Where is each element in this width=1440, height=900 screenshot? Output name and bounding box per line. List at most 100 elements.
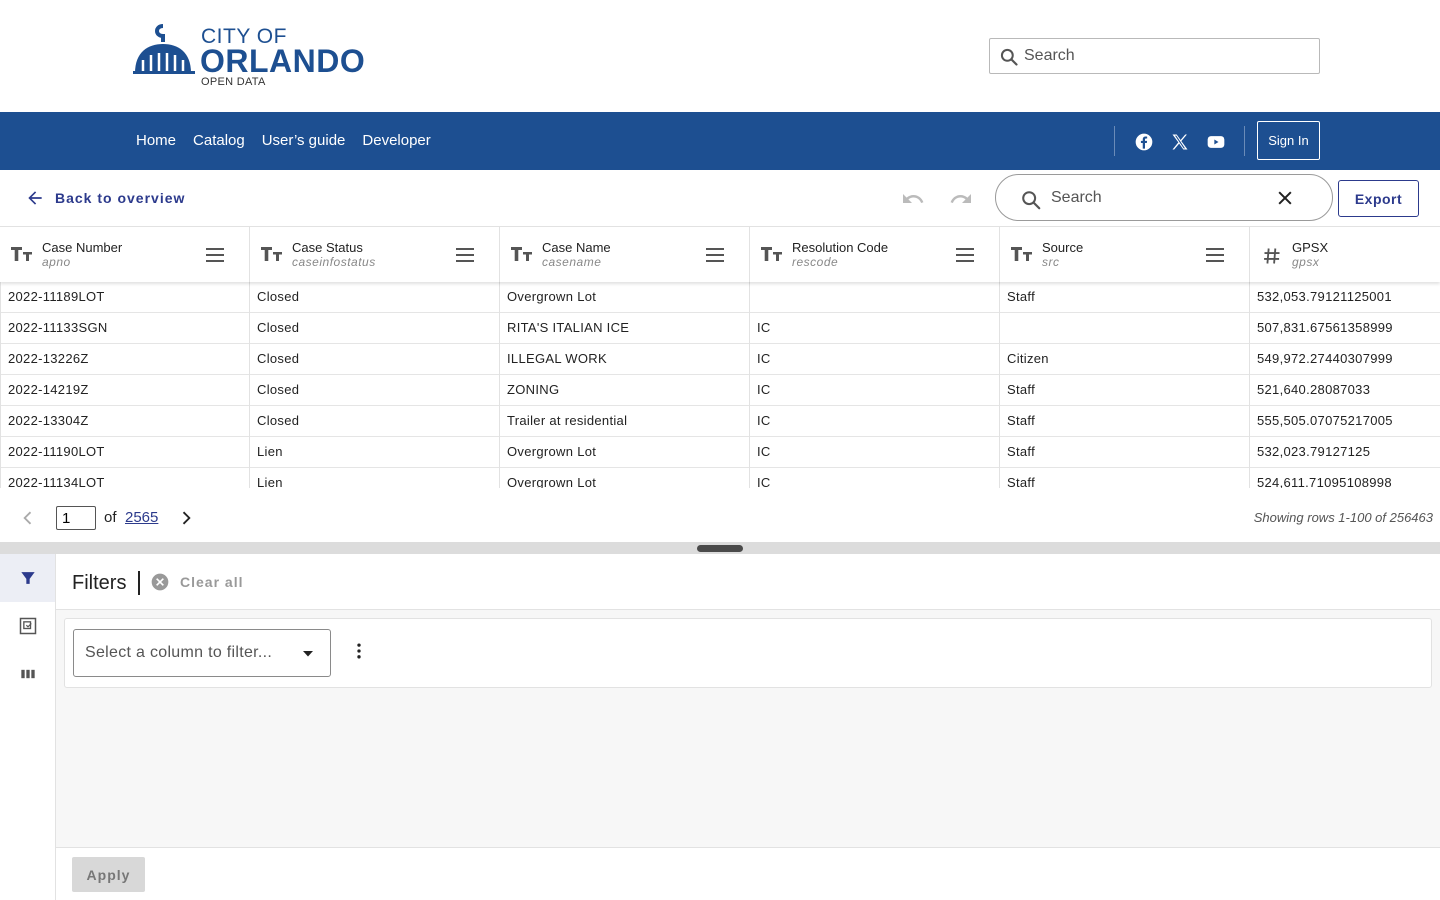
table-cell[interactable] bbox=[750, 282, 1000, 313]
table-cell[interactable]: 2022-11133SGN bbox=[0, 313, 250, 344]
column-menu-icon[interactable] bbox=[954, 247, 976, 268]
table-cell[interactable]: IC bbox=[750, 468, 1000, 488]
column-filter-placeholder: Select a column to filter... bbox=[85, 644, 273, 661]
table-row[interactable]: 2022-11133SGN Closed RITA'S ITALIAN ICE IC 5… bbox=[0, 313, 1440, 344]
nav-catalog[interactable]: Catalog bbox=[193, 132, 245, 150]
column-menu-icon[interactable] bbox=[1204, 247, 1226, 268]
table-cell[interactable]: Staff bbox=[1000, 468, 1250, 488]
column-menu-icon[interactable] bbox=[204, 247, 226, 268]
x-icon[interactable] bbox=[1170, 132, 1190, 152]
table-cell[interactable] bbox=[1000, 313, 1250, 344]
total-pages-link[interactable]: 2565 bbox=[125, 509, 158, 526]
export-button[interactable]: Export bbox=[1338, 180, 1419, 217]
city-logo[interactable]: CITY OF ORLANDO OPEN DATA bbox=[133, 22, 373, 90]
rail-group-button[interactable] bbox=[0, 602, 55, 650]
table-cell[interactable]: IC bbox=[750, 437, 1000, 468]
table-cell[interactable]: 532,053.79121125001 bbox=[1250, 282, 1440, 313]
table-cell[interactable]: 524,611.71095108998 bbox=[1250, 468, 1440, 488]
table-cell[interactable]: ZONING bbox=[500, 375, 750, 406]
column-header[interactable]: Source src bbox=[1000, 226, 1250, 282]
youtube-icon[interactable] bbox=[1206, 132, 1226, 152]
column-header[interactable]: GPSX gpsx bbox=[1250, 226, 1440, 282]
table-cell[interactable]: IC bbox=[750, 313, 1000, 344]
apply-filters-button[interactable]: Apply bbox=[72, 857, 145, 892]
column-menu-icon[interactable] bbox=[454, 247, 476, 268]
table-cell[interactable]: 2022-13304Z bbox=[0, 406, 250, 437]
table-cell[interactable]: Staff bbox=[1000, 375, 1250, 406]
column-menu-icon[interactable] bbox=[704, 247, 726, 268]
column-title: Resolution Code bbox=[792, 240, 889, 255]
rail-filters-button[interactable] bbox=[0, 554, 55, 602]
column-header[interactable]: Case Status caseinfostatus bbox=[250, 226, 500, 282]
facebook-icon[interactable] bbox=[1134, 132, 1154, 152]
clear-all-button[interactable]: Clear all bbox=[150, 572, 243, 592]
table-cell[interactable]: 549,972.27440307999 bbox=[1250, 344, 1440, 375]
table-row[interactable]: 2022-13304Z Closed Trailer at residential I… bbox=[0, 406, 1440, 437]
nav-divider bbox=[1244, 126, 1245, 156]
text-type-icon bbox=[1011, 246, 1033, 267]
table-cell[interactable]: Closed bbox=[250, 313, 500, 344]
nav-home[interactable]: Home bbox=[136, 132, 176, 150]
table-cell[interactable]: Overgrown Lot bbox=[500, 468, 750, 488]
table-cell[interactable]: Trailer at residential bbox=[500, 406, 750, 437]
nav-users-guide[interactable]: User’s guide bbox=[262, 132, 346, 150]
table-cell[interactable]: Closed bbox=[250, 344, 500, 375]
table-cell[interactable]: RITA'S ITALIAN ICE bbox=[500, 313, 750, 344]
panel-splitter[interactable] bbox=[0, 542, 1440, 554]
table-cell[interactable]: 555,505.07075217005 bbox=[1250, 406, 1440, 437]
table-cell[interactable]: 2022-14219Z bbox=[0, 375, 250, 406]
close-icon[interactable] bbox=[1275, 188, 1295, 208]
splitter-drag-handle[interactable] bbox=[697, 545, 743, 552]
table-cell[interactable]: 2022-11134LOT bbox=[0, 468, 250, 488]
table-cell[interactable]: Staff bbox=[1000, 406, 1250, 437]
back-to-overview-link[interactable]: Back to overview bbox=[25, 188, 185, 208]
table-cell[interactable]: Closed bbox=[250, 282, 500, 313]
table-cell[interactable]: 521,640.28087033 bbox=[1250, 375, 1440, 406]
table-row[interactable]: 2022-11134LOT Lien Overgrown Lot IC Staff 524… bbox=[0, 468, 1440, 488]
table-cell[interactable]: 507,831.67561358999 bbox=[1250, 313, 1440, 344]
table-cell[interactable]: 2022-13226Z bbox=[0, 344, 250, 375]
table-cell[interactable]: Closed bbox=[250, 406, 500, 437]
table-cell[interactable]: Staff bbox=[1000, 282, 1250, 313]
table-cell[interactable]: IC bbox=[750, 344, 1000, 375]
table-cell[interactable]: Closed bbox=[250, 375, 500, 406]
more-vertical-icon[interactable] bbox=[349, 641, 369, 661]
table-row[interactable]: 2022-11189LOT Closed Overgrown Lot Staff 532… bbox=[0, 282, 1440, 313]
main-nav: Home Catalog User’s guide Developer Sign… bbox=[0, 112, 1440, 170]
table-cell[interactable]: Staff bbox=[1000, 437, 1250, 468]
page-number-input[interactable] bbox=[56, 506, 96, 530]
site-search-input[interactable] bbox=[1024, 45, 1309, 67]
chevron-right-icon[interactable] bbox=[176, 508, 196, 528]
column-header[interactable]: Case Number apno bbox=[0, 226, 250, 282]
table-cell[interactable]: Lien bbox=[250, 468, 500, 488]
table-cell[interactable]: Lien bbox=[250, 437, 500, 468]
table-row[interactable]: 2022-13226Z Closed ILLEGAL WORK IC Citizen 54… bbox=[0, 344, 1440, 375]
column-header[interactable]: Case Name casename bbox=[500, 226, 750, 282]
chevron-left-icon[interactable] bbox=[18, 508, 38, 528]
filter-panel: Filters Clear all Select a column to fil… bbox=[56, 554, 1440, 900]
rail-columns-button[interactable] bbox=[0, 650, 55, 698]
grid-body: 2022-11189LOT Closed Overgrown Lot Staff 532… bbox=[0, 282, 1440, 488]
table-cell[interactable]: ILLEGAL WORK bbox=[500, 344, 750, 375]
column-field-name: rescode bbox=[792, 255, 839, 269]
column-filter-select[interactable]: Select a column to filter... bbox=[73, 629, 331, 677]
table-cell[interactable]: IC bbox=[750, 375, 1000, 406]
undo-icon[interactable] bbox=[901, 187, 925, 211]
table-row[interactable]: 2022-11190LOT Lien Overgrown Lot IC Staff 532… bbox=[0, 437, 1440, 468]
column-field-name: casename bbox=[542, 255, 602, 269]
nav-developer[interactable]: Developer bbox=[362, 132, 430, 150]
column-header[interactable]: Resolution Code rescode bbox=[750, 226, 1000, 282]
data-grid: Case Number apno Case Status caseinfostatus… bbox=[0, 226, 1440, 488]
table-cell[interactable]: 532,023.79127125 bbox=[1250, 437, 1440, 468]
grid-search-input[interactable] bbox=[1051, 187, 1266, 209]
column-title: Case Number bbox=[42, 240, 123, 255]
table-cell[interactable]: Citizen bbox=[1000, 344, 1250, 375]
table-cell[interactable]: IC bbox=[750, 406, 1000, 437]
sign-in-button[interactable]: Sign In bbox=[1257, 121, 1320, 160]
table-cell[interactable]: Overgrown Lot bbox=[500, 282, 750, 313]
table-cell[interactable]: 2022-11190LOT bbox=[0, 437, 250, 468]
table-cell[interactable]: Overgrown Lot bbox=[500, 437, 750, 468]
table-row[interactable]: 2022-14219Z Closed ZONING IC Staff 521,640.28… bbox=[0, 375, 1440, 406]
redo-icon[interactable] bbox=[949, 187, 973, 211]
table-cell[interactable]: 2022-11189LOT bbox=[0, 282, 250, 313]
